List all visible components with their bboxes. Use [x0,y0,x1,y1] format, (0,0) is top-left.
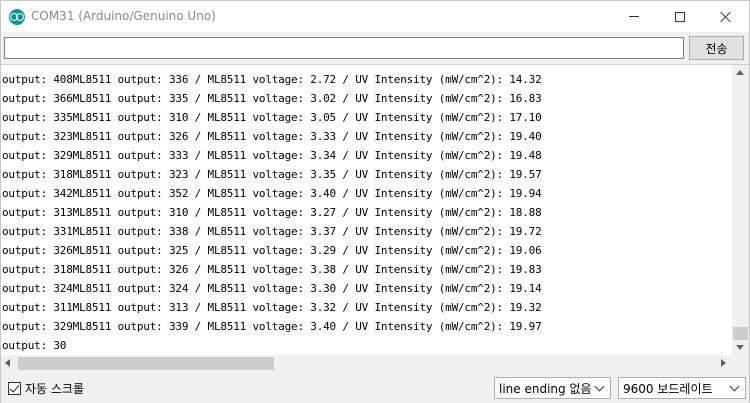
serial-send-input[interactable] [4,37,684,59]
window-title: COM31 (Arduino/Genuino Uno) [31,9,216,23]
close-button[interactable] [703,1,749,32]
line-ending-value: line ending 없음 [499,381,592,396]
serial-output-line: output: 366ML8511 output: 335 / ML8511 v… [2,92,542,105]
serial-output-line: output: 329ML8511 output: 339 / ML8511 v… [2,320,542,333]
vertical-scrollbar[interactable] [732,65,749,355]
serial-monitor-window: COM31 (Arduino/Genuino Uno) 전송 output: 4… [0,0,750,403]
chevron-down-icon [594,381,605,391]
scroll-right-arrow-icon[interactable] [721,359,726,367]
autoscroll-toggle[interactable]: 자동 스크롤 [8,380,84,397]
scroll-down-arrow-icon[interactable] [736,345,744,350]
scroll-up-arrow-icon[interactable] [736,70,744,75]
serial-output-line: output: 408ML8511 output: 336 / ML8511 v… [2,73,542,86]
maximize-icon [675,11,685,22]
scroll-left-arrow-icon[interactable] [5,359,10,367]
serial-output-line: output: 313ML8511 output: 310 / ML8511 v… [2,206,542,219]
title-bar: COM31 (Arduino/Genuino Uno) [1,1,749,32]
serial-output-lines: output: 408ML8511 output: 336 / ML8511 v… [1,65,732,355]
vertical-scroll-thumb[interactable] [733,327,748,340]
serial-output-line: output: 331ML8511 output: 338 / ML8511 v… [2,225,542,238]
scrollbar-corner [732,355,749,372]
arduino-logo-icon [9,9,25,25]
bottom-bar: 자동 스크롤 line ending 없음 9600 보드레이트 [1,373,749,403]
maximize-button[interactable] [657,1,703,32]
serial-output-line: output: 329ML8511 output: 333 / ML8511 v… [2,149,542,162]
serial-output-line: output: 311ML8511 output: 313 / ML8511 v… [2,301,542,314]
horizontal-scroll-thumb[interactable] [18,357,274,370]
serial-output-line: output: 30 [2,339,67,352]
minimize-icon [629,16,639,17]
line-ending-select[interactable]: line ending 없음 [494,377,611,399]
serial-output-line: output: 324ML8511 output: 324 / ML8511 v… [2,282,542,295]
serial-output-line: output: 335ML8511 output: 310 / ML8511 v… [2,111,542,124]
baud-rate-value: 9600 보드레이트 [623,381,713,396]
chevron-down-icon [729,381,740,391]
baud-rate-select[interactable]: 9600 보드레이트 [618,377,746,399]
serial-output-line: output: 318ML8511 output: 323 / ML8511 v… [2,168,542,181]
minimize-button[interactable] [611,1,657,32]
serial-output-area[interactable]: output: 408ML8511 output: 336 / ML8511 v… [1,64,749,372]
autoscroll-checkbox[interactable] [8,382,21,395]
close-icon [720,11,732,23]
autoscroll-label: 자동 스크롤 [25,382,85,396]
serial-output-line: output: 342ML8511 output: 352 / ML8511 v… [2,187,542,200]
send-button[interactable]: 전송 [689,36,744,60]
serial-output-line: output: 323ML8511 output: 326 / ML8511 v… [2,130,542,143]
horizontal-scrollbar[interactable] [1,355,732,372]
serial-output-line: output: 318ML8511 output: 326 / ML8511 v… [2,263,542,276]
serial-output-line: output: 326ML8511 output: 325 / ML8511 v… [2,244,542,257]
